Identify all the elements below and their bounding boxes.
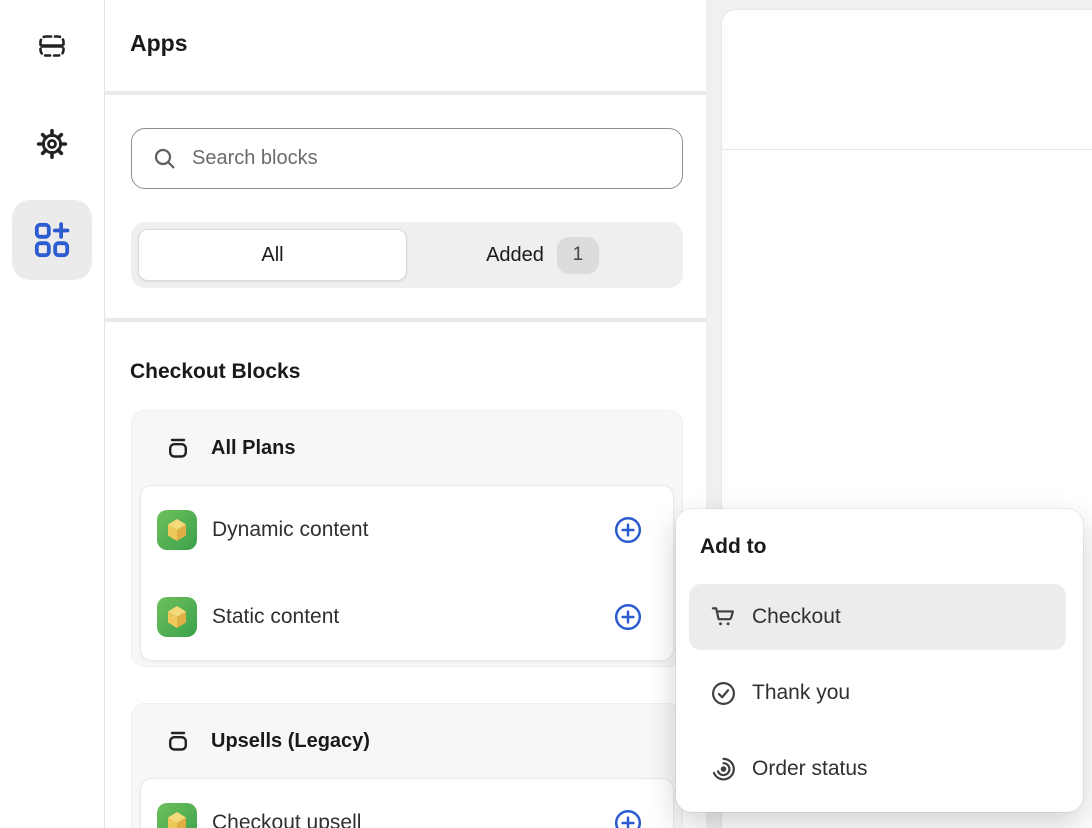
block-label: Checkout upsell bbox=[212, 811, 361, 828]
menu-item-label: Order status bbox=[752, 757, 868, 781]
add-to-popover: Add to Checkout bbox=[676, 509, 1083, 812]
search-field[interactable] bbox=[131, 128, 683, 189]
group-body: Checkout upsell bbox=[140, 778, 674, 828]
app-group-icon bbox=[165, 435, 191, 461]
icon-rail bbox=[0, 0, 105, 828]
checkout-blocks-app-icon bbox=[157, 803, 197, 828]
preview-divider bbox=[722, 149, 1092, 150]
popover-title: Add to bbox=[700, 535, 1083, 559]
rail-item-sections[interactable] bbox=[36, 30, 68, 62]
menu-item-thank-you[interactable]: Thank you bbox=[689, 660, 1066, 726]
group-header: Upsells (Legacy) bbox=[132, 704, 682, 778]
tab-all-label: All bbox=[261, 244, 283, 267]
menu-item-label: Checkout bbox=[752, 605, 841, 629]
block-group-all-plans: All Plans Dy bbox=[131, 410, 683, 667]
group-body: Dynamic content bbox=[140, 485, 674, 661]
tab-added-label: Added bbox=[486, 244, 544, 267]
panel-title: Apps bbox=[130, 30, 188, 57]
group-header: All Plans bbox=[132, 411, 682, 485]
block-row-static-content[interactable]: Static content bbox=[141, 573, 673, 660]
checkout-blocks-app-icon bbox=[157, 510, 197, 550]
search-input[interactable] bbox=[190, 146, 664, 171]
add-block-button[interactable] bbox=[613, 602, 643, 632]
add-block-button[interactable] bbox=[613, 808, 643, 828]
apps-panel: Apps All Added 1 Checkout Blocks bbox=[105, 0, 706, 828]
menu-item-checkout[interactable]: Checkout bbox=[689, 584, 1066, 650]
block-row-dynamic-content[interactable]: Dynamic content bbox=[141, 486, 673, 573]
group-title: All Plans bbox=[211, 437, 295, 460]
checkout-blocks-app-icon bbox=[157, 597, 197, 637]
add-to-menu: Checkout Thank you bbox=[689, 584, 1066, 802]
section-heading: Checkout Blocks bbox=[130, 360, 300, 384]
menu-item-label: Thank you bbox=[752, 681, 850, 705]
rail-item-apps[interactable] bbox=[12, 200, 92, 280]
block-row-checkout-upsell[interactable]: Checkout upsell bbox=[141, 779, 673, 828]
plus-circle-icon bbox=[613, 620, 643, 635]
check-circle-icon bbox=[709, 679, 738, 708]
sections-icon bbox=[36, 30, 68, 62]
apps-icon bbox=[33, 221, 71, 259]
added-count-badge: 1 bbox=[557, 237, 599, 274]
cart-icon bbox=[709, 603, 738, 632]
group-title: Upsells (Legacy) bbox=[211, 730, 370, 753]
block-label: Dynamic content bbox=[212, 518, 368, 542]
tab-all[interactable]: All bbox=[138, 229, 407, 281]
plus-circle-icon bbox=[613, 533, 643, 548]
block-label: Static content bbox=[212, 605, 339, 629]
order-status-icon bbox=[709, 755, 738, 784]
app-group-icon bbox=[165, 728, 191, 754]
add-block-button[interactable] bbox=[613, 515, 643, 545]
tab-added[interactable]: Added 1 bbox=[409, 229, 676, 281]
gear-icon bbox=[33, 125, 71, 163]
checkout-editor: Apps All Added 1 Checkout Blocks bbox=[0, 0, 1092, 828]
panel-divider bbox=[105, 91, 706, 95]
filter-tabs: All Added 1 bbox=[131, 222, 683, 288]
search-icon bbox=[152, 146, 178, 172]
rail-item-settings[interactable] bbox=[33, 125, 71, 163]
menu-item-order-status[interactable]: Order status bbox=[689, 736, 1066, 802]
panel-divider bbox=[105, 318, 706, 322]
block-group-upsells-legacy: Upsells (Legacy) Checkout upsell bbox=[131, 703, 683, 828]
